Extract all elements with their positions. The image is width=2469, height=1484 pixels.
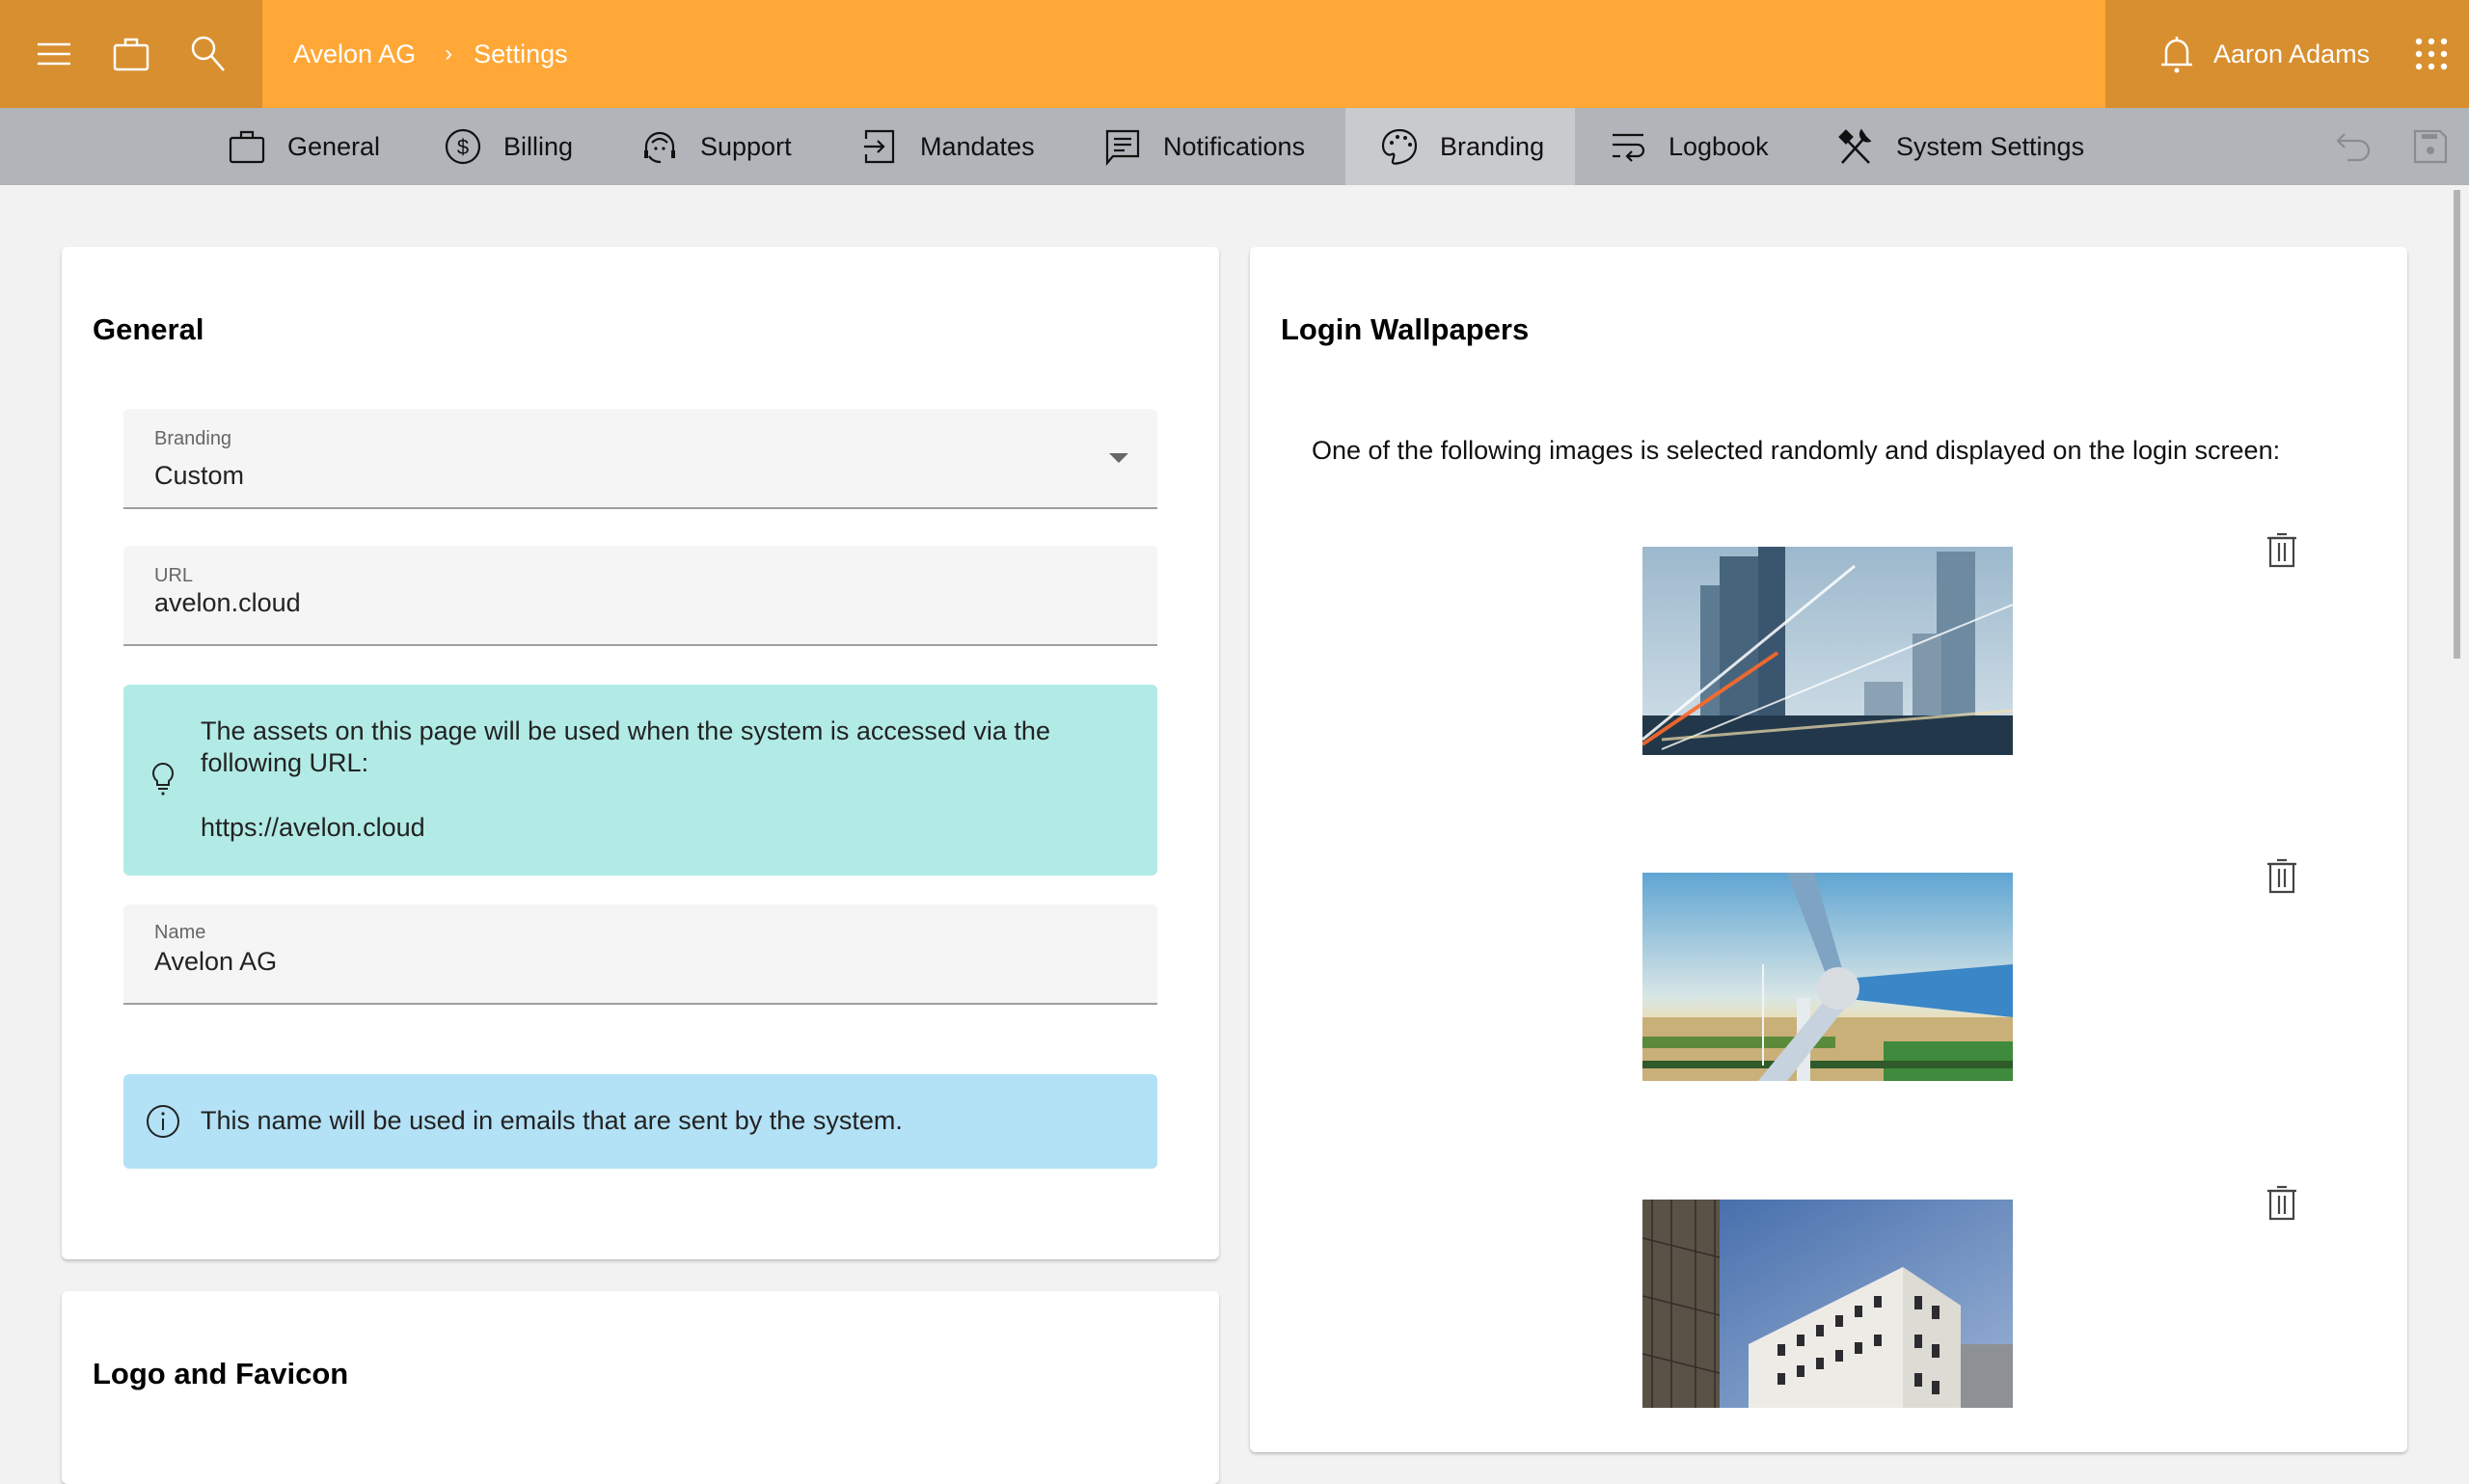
tab-label: Billing: [503, 131, 574, 161]
chevron-down-icon[interactable]: [1109, 453, 1128, 463]
page-scrollbar[interactable]: [2454, 190, 2460, 659]
tab-label: Logbook: [1669, 131, 1769, 161]
logo-card: Logo and Favicon: [62, 1291, 1219, 1484]
alert-text: This name will be used in emails that ar…: [201, 1106, 903, 1135]
branding-select[interactable]: Branding Custom: [123, 409, 1157, 509]
tab-general[interactable]: General: [195, 108, 413, 185]
undo-icon[interactable]: [2334, 127, 2373, 166]
settings-tabbar: General $ Billing Support Mandates Notif…: [0, 108, 2469, 185]
bell-icon[interactable]: [2157, 34, 2196, 74]
save-icon[interactable]: [2411, 127, 2450, 166]
breadcrumb-separator: ›: [445, 40, 453, 67]
card-title: Login Wallpapers: [1281, 312, 1530, 346]
tab-label: Notifications: [1163, 131, 1306, 161]
menu-icon[interactable]: [35, 35, 73, 73]
wallpaper-thumbnail[interactable]: [1642, 547, 2013, 755]
alert-text: The assets on this page will be used whe…: [201, 716, 1050, 777]
tab-label: General: [287, 131, 381, 161]
wallpapers-intro: One of the following images is selected …: [1312, 436, 2281, 465]
general-card: General Branding Custom URL avelon.cloud…: [62, 247, 1219, 1259]
wind-turbine-image: [1642, 873, 2013, 1081]
user-menu[interactable]: Aaron Adams: [2213, 0, 2370, 108]
breadcrumb: Avelon AG › Settings: [293, 0, 568, 108]
palette-icon: [1381, 128, 1418, 165]
tools-icon: [1838, 128, 1872, 164]
url-hint-alert: The assets on this page will be used whe…: [123, 685, 1157, 876]
apps-grid-icon[interactable]: [2414, 37, 2449, 71]
tab-mandates[interactable]: Mandates: [828, 108, 1068, 185]
message-icon: [1105, 129, 1140, 166]
card-title: Logo and Favicon: [93, 1357, 349, 1390]
city-image: [1642, 547, 2013, 755]
header-right-tools: Aaron Adams: [2105, 0, 2469, 108]
trash-icon[interactable]: [2263, 530, 2301, 569]
wallpaper-thumbnail[interactable]: [1642, 873, 2013, 1081]
sign-in-icon: [864, 129, 895, 164]
info-icon: [147, 1105, 179, 1138]
field-value: avelon.cloud: [154, 588, 301, 617]
field-label: URL: [154, 565, 194, 586]
breadcrumb-company[interactable]: Avelon AG: [293, 40, 416, 69]
wallpapers-card: Login Wallpapers One of the following im…: [1250, 247, 2407, 1452]
search-icon[interactable]: [189, 35, 228, 73]
office-building-image: [1642, 1200, 2013, 1408]
tab-logbook[interactable]: Logbook: [1576, 108, 1802, 185]
logbook-icon: [1613, 133, 1645, 162]
tab-label: Branding: [1440, 131, 1545, 161]
header-left-tools: [0, 0, 262, 108]
svg-text:$: $: [457, 135, 469, 159]
headset-icon: [644, 131, 675, 164]
name-input[interactable]: Name Avelon AG: [123, 904, 1157, 1005]
field-value: Avelon AG: [154, 947, 278, 976]
briefcase-icon[interactable]: [112, 35, 150, 73]
tab-label: Support: [700, 131, 792, 161]
card-title: General: [93, 312, 204, 346]
breadcrumb-settings[interactable]: Settings: [474, 40, 568, 69]
tab-label: System Settings: [1896, 131, 2085, 161]
tab-notifications[interactable]: Notifications: [1071, 108, 1338, 185]
briefcase-icon: [229, 130, 265, 164]
app-header: Avelon AG › Settings Aaron Adams: [0, 0, 2469, 108]
dollar-circle-icon: $: [445, 128, 481, 165]
field-value: Custom: [154, 461, 245, 490]
tab-system-settings[interactable]: System Settings: [1804, 108, 2117, 185]
alert-url: https://avelon.cloud: [201, 813, 425, 842]
trash-icon[interactable]: [2263, 1183, 2301, 1222]
lightbulb-icon: [152, 762, 174, 796]
tab-support[interactable]: Support: [608, 108, 825, 185]
url-input[interactable]: URL avelon.cloud: [123, 546, 1157, 646]
tab-billing[interactable]: $ Billing: [411, 108, 606, 185]
wallpaper-thumbnail[interactable]: [1642, 1200, 2013, 1408]
field-label: Branding: [154, 428, 232, 449]
tab-label: Mandates: [920, 131, 1035, 161]
tab-branding[interactable]: Branding: [1345, 108, 1576, 185]
trash-icon[interactable]: [2263, 856, 2301, 895]
field-label: Name: [154, 922, 206, 943]
name-hint-alert: This name will be used in emails that ar…: [123, 1074, 1157, 1169]
